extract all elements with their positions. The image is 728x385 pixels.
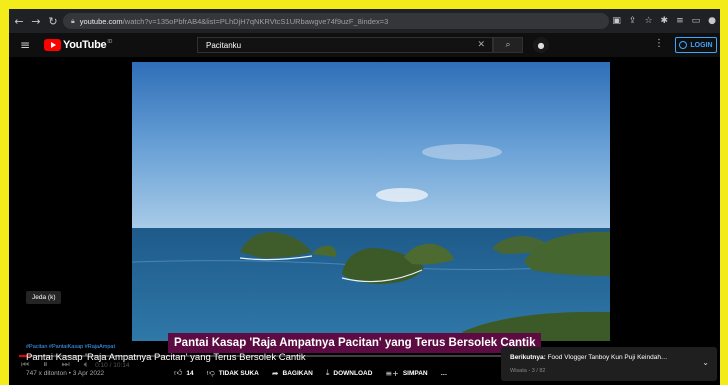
account-icon (679, 41, 688, 49)
up-next-label: Berikutnya: (510, 354, 546, 361)
login-button[interactable]: LOGIN (675, 37, 717, 53)
youtube-play-logo-icon (44, 39, 61, 51)
dislike-label: TIDAK SUKA (218, 369, 259, 377)
more-horizontal-icon: … (440, 369, 448, 377)
url-host: youtube.com (79, 16, 123, 26)
search-icon: ⌕ (505, 40, 511, 50)
thumbs-down-icon: 👎︎ (206, 368, 215, 377)
like-count: 14 (186, 369, 194, 377)
video-frame[interactable] (132, 62, 610, 341)
playlist-icon[interactable]: ≡ (676, 16, 684, 26)
login-label: LOGIN (690, 41, 713, 49)
up-next-line: Berikutnya: Food Vlogger Tanboy Kun Puji… (510, 354, 667, 361)
menu-icon[interactable]: ≡ (20, 38, 30, 52)
view-count-date: 747 x ditonton • 3 Apr 2022 (26, 370, 105, 377)
pause-tooltip: Jeda (k) (26, 291, 62, 304)
back-icon[interactable]: ← (12, 15, 26, 28)
video-title: Pantai Kasap 'Raja Ampatnya Pacitan' yan… (26, 352, 306, 363)
save-button[interactable]: ≡+ SIMPAN (385, 369, 427, 378)
youtube-masthead: ≡ YouTube ID Pacitanku ✕ ⌕ ● ⋮ LOGIN (9, 33, 720, 57)
action-bar: 👍︎ 14 👎︎ TIDAK SUKA ➦ BAGIKAN ⤓ DOWNLOAD ≡+ S… (174, 368, 447, 378)
dislike-button[interactable]: 👎︎ TIDAK SUKA (207, 368, 259, 378)
up-next-title: Food Vlogger Tanboy Kun Puji Keindah… (547, 354, 668, 361)
address-bar[interactable]: 🔒︎ youtube.com /watch?v=135oPbfrAB4&list… (63, 13, 609, 29)
browser-window: ← → ↻ 🔒︎ youtube.com /watch?v=135oPbfrAB… (9, 9, 720, 385)
more-vertical-icon[interactable]: ⋮ (654, 38, 664, 49)
download-icon: ⤓ (325, 368, 330, 377)
logo-country: ID (107, 39, 113, 45)
search-input[interactable]: Pacitanku ✕ (197, 37, 493, 53)
video-player[interactable]: Pantai Kasap 'Raja Ampatnya Pacitan' yan… (9, 57, 720, 370)
browser-toolbar: ← → ↻ 🔒︎ youtube.com /watch?v=135oPbfrAB… (9, 9, 720, 33)
microphone-icon: ● (537, 40, 545, 50)
forward-icon[interactable]: → (29, 15, 43, 28)
share-label: BAGIKAN (282, 369, 313, 377)
up-next-card[interactable]: Berikutnya: Food Vlogger Tanboy Kun Puji… (501, 347, 717, 381)
share-arrow-icon: ➦ (271, 368, 279, 378)
search-button[interactable]: ⌕ (493, 37, 523, 53)
chevron-down-icon[interactable]: ⌄ (702, 358, 709, 367)
save-label: SIMPAN (402, 369, 428, 377)
extensions-icon[interactable]: ✱ (661, 16, 669, 26)
thumbs-up-icon: 👍︎ (174, 368, 183, 377)
share-button[interactable]: ➦ BAGIKAN (272, 369, 313, 378)
more-actions-button[interactable]: … (441, 370, 448, 377)
tab-icon[interactable]: ▭ (692, 16, 701, 26)
url-path: /watch?v=135oPbfrAB4&list=PLhDjH7qNKRVtc… (122, 16, 389, 26)
reload-icon[interactable]: ↻ (46, 15, 60, 28)
voice-search-button[interactable]: ● (533, 37, 549, 53)
search-value: Pacitanku (206, 40, 242, 50)
like-button[interactable]: 👍︎ 14 (174, 368, 194, 378)
hashtags[interactable]: #Pacitan #PantaiKasap #RajaAmpat (26, 344, 115, 350)
lock-icon[interactable]: 🔒︎ (71, 17, 75, 26)
coastal-scene-image (132, 62, 610, 341)
logo-wordmark: YouTube (63, 39, 107, 51)
download-button[interactable]: ⤓ DOWNLOAD (326, 368, 373, 378)
screen-share-icon[interactable]: ▣ (612, 16, 621, 26)
profile-icon[interactable]: ● (708, 16, 716, 26)
clear-icon[interactable]: ✕ (477, 40, 485, 50)
up-next-playlist-position: Wisata - 3 / 82 (510, 368, 546, 374)
share-icon[interactable]: ⇪ (629, 16, 637, 26)
download-label: DOWNLOAD (333, 369, 373, 377)
playlist-add-icon: ≡+ (385, 368, 399, 378)
video-caption-banner: Pantai Kasap 'Raja Ampatnya Pacitan' yan… (168, 333, 542, 353)
youtube-logo[interactable]: YouTube ID (44, 39, 112, 51)
browser-actions: ▣ ⇪ ☆ ✱ ≡ ▭ ● (612, 9, 716, 33)
star-icon[interactable]: ☆ (644, 16, 652, 26)
